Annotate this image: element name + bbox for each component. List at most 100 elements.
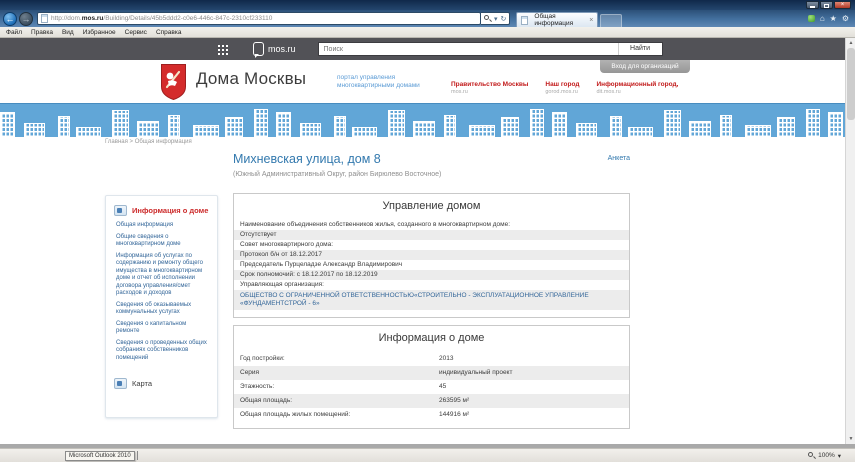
maximize-button[interactable] [820, 1, 833, 9]
site-search: Найти [318, 42, 663, 56]
menu-tools[interactable]: Сервис [125, 29, 147, 36]
forward-button[interactable]: → [19, 12, 33, 26]
building-silhouette [469, 125, 495, 137]
menu-help[interactable]: Справка [156, 29, 182, 36]
building-silhouette [254, 109, 268, 137]
management-row: Наименование объединения собственников ж… [234, 220, 629, 230]
menu-edit[interactable]: Правка [31, 29, 53, 36]
management-row: Председатель Пурцеладзе Александр Владим… [234, 260, 629, 270]
new-tab-button[interactable] [600, 14, 622, 27]
tab-favicon [521, 16, 528, 25]
link-information-city[interactable]: Информационный город, dit.mos.ru [596, 81, 678, 95]
management-panel: Управление домом Наименование объединени… [233, 193, 630, 318]
page-subtitle: (Южный Административный Округ, район Бир… [233, 171, 441, 178]
tab-general-info[interactable]: Общая информация × [516, 12, 598, 27]
site-subtitle: портал управления многоквартирными домам… [337, 74, 420, 89]
info-row: Общая площадь жилых помещений:144916 м² [234, 408, 629, 422]
org-login-button[interactable]: Вход для организаций [600, 60, 690, 73]
building-silhouette [112, 110, 129, 137]
link-moscow-government[interactable]: Правительство Москвы mos.ru [451, 81, 528, 95]
info-row: Год постройки:2013 [234, 352, 629, 366]
building-silhouette [76, 127, 101, 137]
sidebar-item-capital-repair[interactable]: Сведения о капитальном ремонте [116, 321, 209, 336]
mosru-bubble-icon [253, 42, 264, 56]
mosru-logo[interactable]: mos.ru [253, 42, 296, 56]
sidebar-item-general-info[interactable]: Общая информация [116, 222, 209, 230]
refresh-icon[interactable]: ↻ [501, 15, 507, 23]
vertical-scrollbar[interactable]: ▲ ▼ [845, 38, 855, 444]
scroll-up-icon[interactable]: ▲ [846, 38, 855, 48]
building-silhouette [628, 127, 653, 137]
tab-close-icon[interactable]: × [589, 17, 593, 24]
building-silhouette [388, 110, 405, 137]
zoom-level: 100% [818, 452, 835, 459]
link-our-city[interactable]: Наш город gorod.mos.ru [545, 81, 579, 95]
site-title: Дома Москвы [196, 69, 306, 89]
management-row: Управляющая организация: [234, 280, 629, 290]
building-silhouette [806, 109, 820, 137]
sidebar-item-utilities[interactable]: Сведения об оказываемых коммунальных усл… [116, 302, 209, 317]
tooltip-caret [137, 451, 138, 460]
url-text: http://dom.mos.ru/Building/Details/45b5d… [51, 15, 272, 22]
menu-favorites[interactable]: Избранное [83, 29, 116, 36]
building-silhouette [168, 115, 180, 137]
breadcrumb-current: Общая информация [135, 139, 192, 145]
gear-icon[interactable]: ⚙ [842, 15, 849, 23]
house-info-icon [114, 205, 127, 216]
sidebar-section-info-title: Информация о доме [132, 206, 208, 215]
header-links: Правительство Москвы mos.ru Наш город go… [451, 81, 678, 95]
building-silhouette [444, 115, 456, 137]
menu-file[interactable]: Файл [6, 29, 22, 36]
messenger-icon[interactable] [808, 15, 815, 22]
search-icon[interactable] [484, 15, 491, 22]
management-panel-title: Управление домом [234, 194, 629, 220]
breadcrumb-home[interactable]: Главная [105, 139, 128, 145]
anketa-link[interactable]: Анкета [608, 155, 630, 166]
menu-view[interactable]: Вид [62, 29, 74, 36]
zoom-control[interactable]: 100% ▾ [808, 452, 841, 460]
search-input[interactable] [319, 43, 618, 55]
page-icon [41, 14, 48, 23]
breadcrumb-separator: > [130, 139, 134, 145]
home-icon[interactable]: ⌂ [820, 15, 825, 23]
zoom-dropdown-icon[interactable]: ▾ [838, 452, 841, 460]
minimize-button[interactable] [806, 1, 819, 9]
breadcrumb: Главная > Общая информация [105, 139, 192, 145]
info-row: Серияиндивидуальный проект [234, 366, 629, 380]
building-silhouette [58, 116, 70, 137]
cityscape-banner [0, 103, 845, 137]
house-info-panel: Информация о доме Год постройки:2013 Сер… [233, 325, 630, 429]
taskbar-tooltip: Microsoft Outlook 2010 [65, 451, 135, 461]
info-row: Общая площадь:263595 м² [234, 394, 629, 408]
management-row: Отсутствует [234, 230, 629, 240]
close-window-button[interactable]: × [834, 1, 851, 9]
sidebar-item-owner-meetings[interactable]: Сведения о проведенных общих собраниях с… [116, 340, 209, 363]
building-silhouette [552, 112, 567, 137]
sidebar-section-map-title[interactable]: Карта [132, 379, 152, 388]
search-submit-button[interactable]: Найти [618, 43, 662, 55]
address-bar[interactable]: http://dom.mos.ru/Building/Details/45b5d… [37, 12, 481, 25]
building-silhouette [334, 116, 346, 137]
building-silhouette [664, 110, 681, 137]
building-silhouette [610, 116, 622, 137]
star-icon[interactable]: ★ [830, 15, 837, 23]
building-silhouette [501, 117, 519, 137]
managing-organization-link[interactable]: ОБЩЕСТВО С ОГРАНИЧЕННОЙ ОТВЕТСТВЕННОСТЬЮ… [234, 290, 629, 310]
map-icon [114, 378, 127, 389]
window-titlebar: × [0, 0, 855, 10]
site-header: Дома Москвы портал управления многокварт… [0, 60, 845, 103]
browser-menubar: Файл Правка Вид Избранное Сервис Справка [0, 27, 855, 38]
sidebar-item-services-report[interactable]: Информация об услугах по содержанию и ре… [116, 253, 209, 298]
building-silhouette [300, 123, 321, 137]
chevron-down-icon[interactable]: ▾ [494, 15, 498, 23]
scroll-down-icon[interactable]: ▼ [846, 434, 855, 444]
sidebar-item-building-details[interactable]: Общие сведения о многоквартирном доме [116, 234, 209, 249]
building-silhouette [24, 123, 45, 137]
scrollbar-thumb[interactable] [847, 48, 855, 120]
building-silhouette [193, 125, 219, 137]
status-bar: Microsoft Outlook 2010 100% ▾ [0, 448, 855, 462]
moscow-coat-of-arms-icon [160, 63, 187, 100]
back-button[interactable]: ← [3, 12, 17, 26]
apps-grid-icon[interactable] [218, 44, 229, 55]
building-silhouette [689, 121, 711, 137]
